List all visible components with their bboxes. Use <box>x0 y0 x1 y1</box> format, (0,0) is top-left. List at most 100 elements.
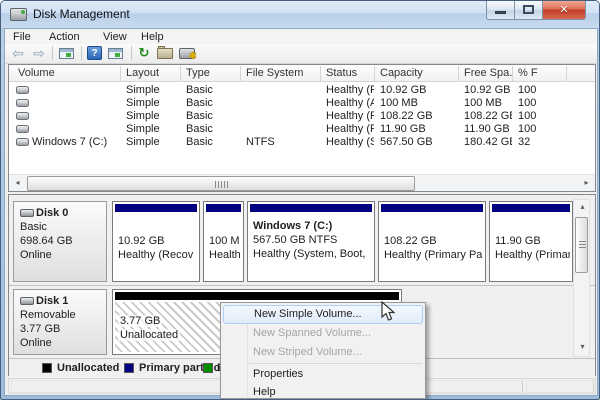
disk-management-window: Disk Management ✕ File Action View Help … <box>0 0 600 400</box>
back-icon[interactable]: ⇦ <box>9 45 27 62</box>
cell-filesystem <box>246 110 318 123</box>
partition-status: Healthy (Primar <box>495 248 570 262</box>
cell-type: Basic <box>186 110 240 123</box>
disk-row-separator <box>9 285 595 286</box>
menu-item-properties[interactable]: Properties <box>223 365 423 384</box>
cell-volume: Windows 7 (C:) <box>32 136 124 149</box>
show-action-pane-icon[interactable] <box>108 48 123 59</box>
cell-free: 108.22 GB <box>464 110 512 123</box>
window-title: Disk Management <box>33 7 130 21</box>
rescan-disks-icon[interactable] <box>157 48 173 59</box>
partition-size: 108.22 GB <box>384 234 483 248</box>
column-header-status[interactable]: Status <box>326 67 372 80</box>
cell-status: Healthy (R... <box>326 84 374 97</box>
minimize-button[interactable] <box>486 1 515 20</box>
help-icon[interactable]: ? <box>87 46 102 60</box>
volume-list-header: Volume Layout Type File System Status Ca… <box>9 65 595 82</box>
partition-status: Healthy (Recov <box>118 248 197 262</box>
menu-item-help[interactable]: Help <box>223 383 423 400</box>
vertical-scroll-thumb[interactable] <box>575 217 588 273</box>
volume-row[interactable]: Simple Basic Healthy (P... 108.22 GB 108… <box>9 110 595 123</box>
disk-drive-icon <box>10 8 27 21</box>
column-header-capacity[interactable]: Capacity <box>380 67 456 80</box>
cell-percent: 32 <box>518 136 548 149</box>
disk-size: 698.64 GB <box>20 234 106 248</box>
scroll-down-icon[interactable]: ▾ <box>574 340 591 356</box>
scroll-left-icon[interactable]: ◂ <box>9 175 26 191</box>
column-header-freespace[interactable]: Free Spa... <box>464 67 512 80</box>
menu-help[interactable]: Help <box>135 30 170 44</box>
column-header-type[interactable]: Type <box>186 67 238 80</box>
partition-system-reserved[interactable]: 100 M Health <box>203 201 244 282</box>
partition-size: 567.50 GB NTFS <box>253 233 372 247</box>
close-button[interactable]: ✕ <box>542 1 586 20</box>
vertical-scrollbar[interactable]: ▴ ▾ <box>573 199 590 357</box>
cell-free: 10.92 GB <box>464 84 512 97</box>
cell-free: 100 MB <box>464 97 512 110</box>
status-cell <box>526 380 594 393</box>
column-separator <box>180 66 181 81</box>
cell-volume <box>32 97 124 110</box>
horizontal-scroll-thumb[interactable] <box>27 176 415 191</box>
disk-status: Online <box>20 248 106 262</box>
horizontal-scrollbar[interactable]: ◂ ▸ <box>9 174 595 191</box>
partition-11gb[interactable]: 11.90 GB Healthy (Primar <box>489 201 573 282</box>
menu-action[interactable]: Action <box>43 30 86 44</box>
volume-row[interactable]: Simple Basic Healthy (P... 11.90 GB 11.9… <box>9 123 595 136</box>
menu-view[interactable]: View <box>97 30 133 44</box>
primary-partition-bar <box>250 204 372 212</box>
partition-windows7-c[interactable]: Windows 7 (C:) 567.50 GB NTFS Healthy (S… <box>247 201 375 282</box>
cell-free: 180.42 GB <box>464 136 512 149</box>
primary-partition-bar <box>206 204 241 212</box>
cell-status: Healthy (A... <box>326 97 374 110</box>
cell-type: Basic <box>186 136 240 149</box>
cell-percent: 100 <box>518 123 548 136</box>
cell-capacity: 100 MB <box>380 97 458 110</box>
cell-status: Healthy (S... <box>326 136 374 149</box>
legend-unallocated-swatch <box>42 363 52 373</box>
disk0-label[interactable]: Disk 0 Basic 698.64 GB Online <box>13 201 107 282</box>
partition-status: Healthy (System, Boot, <box>253 247 372 261</box>
volume-icon <box>16 138 29 146</box>
cell-capacity: 11.90 GB <box>380 123 458 136</box>
column-separator <box>374 66 375 81</box>
disk-icon <box>20 297 34 305</box>
title-bar[interactable]: Disk Management ✕ <box>1 1 599 28</box>
disk-settings-icon[interactable]: ✱ <box>179 48 195 59</box>
scroll-right-icon[interactable]: ▸ <box>578 175 595 191</box>
cell-filesystem <box>246 84 318 97</box>
cell-percent: 100 <box>518 84 548 97</box>
partition-size: 11.90 GB <box>495 234 570 248</box>
cell-percent: 100 <box>518 97 548 110</box>
client-area: File Action View Help ⇦ ⇨ ? ↻ ✱ Volume <box>4 28 598 396</box>
scroll-up-icon[interactable]: ▴ <box>574 200 591 216</box>
cell-filesystem: NTFS <box>246 136 318 149</box>
toolbar-separator <box>52 46 53 60</box>
volume-row[interactable]: Simple Basic Healthy (A... 100 MB 100 MB… <box>9 97 595 110</box>
cell-filesystem <box>246 97 318 110</box>
column-header-percent-free[interactable]: % F <box>518 67 548 80</box>
forward-icon[interactable]: ⇨ <box>30 45 48 62</box>
partition-recovery[interactable]: 10.92 GB Healthy (Recov <box>112 201 200 282</box>
column-header-layout[interactable]: Layout <box>126 67 178 80</box>
show-console-tree-icon[interactable] <box>59 48 74 59</box>
volume-row[interactable]: Simple Basic Healthy (R... 10.92 GB 10.9… <box>9 84 595 97</box>
column-separator <box>120 66 121 81</box>
volume-row-windows7[interactable]: Windows 7 (C:) Simple Basic NTFS Healthy… <box>9 136 595 149</box>
cell-layout: Simple <box>126 84 180 97</box>
partition-size: 10.92 GB <box>118 234 197 248</box>
cell-capacity: 108.22 GB <box>380 110 458 123</box>
cell-free: 11.90 GB <box>464 123 512 136</box>
partition-108gb[interactable]: 108.22 GB Healthy (Primary Pa <box>378 201 486 282</box>
maximize-button[interactable] <box>514 1 543 20</box>
column-separator <box>458 66 459 81</box>
refresh-icon[interactable]: ↻ <box>135 45 153 62</box>
disk1-label[interactable]: Disk 1 Removable 3.77 GB Online <box>13 289 107 355</box>
menu-file[interactable]: File <box>7 30 37 44</box>
unallocated-label: Unallocated <box>118 329 180 341</box>
column-header-volume[interactable]: Volume <box>18 67 118 80</box>
cell-percent: 100 <box>518 110 548 123</box>
column-header-filesystem[interactable]: File System <box>246 67 318 80</box>
unallocated-size: 3.77 GB <box>118 315 162 327</box>
toolbar-separator <box>81 46 82 60</box>
